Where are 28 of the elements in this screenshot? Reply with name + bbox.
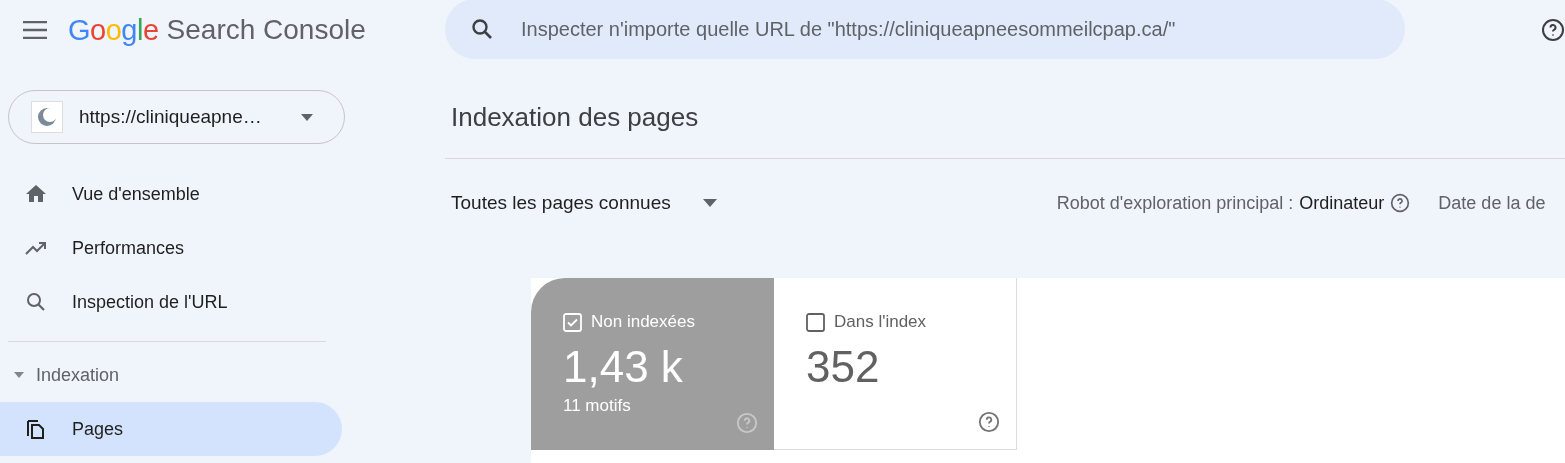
nav-item[interactable]: Vue d'ensemble <box>0 167 342 221</box>
help-icon[interactable] <box>1541 18 1565 42</box>
nav-item[interactable]: Performances <box>0 221 342 275</box>
card-label: Non indexées <box>591 312 695 332</box>
checkbox[interactable] <box>806 312 825 332</box>
help-icon[interactable] <box>978 411 1000 433</box>
caret-icon <box>702 199 717 207</box>
card-label: Dans l'index <box>834 312 927 332</box>
nav-item[interactable]: Inspection de l'URL <box>0 275 342 329</box>
crawler-value: Ordinateur <box>1299 192 1385 214</box>
caret-icon <box>301 113 313 121</box>
crawler-label: Robot d'exploration principal : <box>1056 192 1294 214</box>
product-name: Search Console <box>166 14 366 46</box>
card-subtitle: 11 motifs <box>563 396 632 416</box>
logo: Google <box>68 13 159 47</box>
search-icon <box>470 17 494 41</box>
site-favicon <box>31 101 63 133</box>
search-field[interactable]: Inspecter n'importe quelle URL de "https://cliniqueapneesommeilcpap.ca/" <box>445 0 1405 59</box>
summary-card[interactable]: Dans l'index 352 <box>774 278 1017 450</box>
filter-dropdown[interactable]: Toutes les pages connues <box>445 192 717 214</box>
date-label: Date de la de <box>1438 192 1546 214</box>
caret-icon <box>14 372 24 378</box>
nav-item[interactable]: Pages <box>0 402 342 456</box>
section-header[interactable]: Indexation <box>0 348 445 402</box>
card-value: 352 <box>806 342 881 392</box>
help-icon[interactable] <box>1390 193 1411 213</box>
page-title: Indexation des pages <box>445 60 1565 159</box>
card-value: 1,43 k <box>563 342 684 392</box>
